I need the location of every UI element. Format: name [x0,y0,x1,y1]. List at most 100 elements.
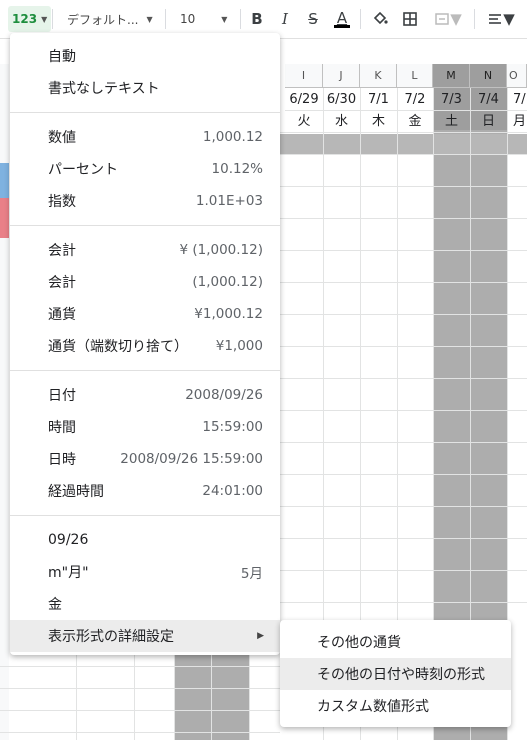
grid-line [280,570,527,571]
menu-item-plain-text[interactable]: 書式なしテキスト [10,72,280,104]
toolbar-divider [474,9,475,29]
menu-item-example: (1,000.12) [192,274,263,290]
menu-item-label: 指数 [48,194,76,210]
italic-button[interactable]: I [274,8,296,30]
align-left-icon [489,14,502,24]
column-header-o[interactable]: O [507,64,527,88]
submenu-item-custom-number[interactable]: カスタム数値形式 [280,690,511,722]
menu-item-label: 経過時間 [48,484,104,500]
weekday-cell[interactable]: 木 [360,108,397,130]
column-letter: J [339,69,343,82]
menu-item-custom-weekday[interactable]: 金 [10,588,280,620]
column-header-j[interactable]: J [323,64,360,88]
menu-item-more-formats[interactable]: 表示形式の詳細設定 ▶ [10,620,280,652]
column-letter: O [509,69,518,82]
submenu-item-more-currencies[interactable]: その他の通貨 [280,626,511,658]
submenu-item-more-date-time[interactable]: その他の日付や時刻の形式 [280,658,511,690]
grid-line [280,314,527,315]
column-header-l[interactable]: L [397,64,433,88]
grid-line [280,346,527,347]
borders-icon [403,12,417,26]
menu-divider [10,112,280,113]
grid-line [174,648,175,740]
toolbar-divider [52,9,53,29]
borders-button[interactable] [399,8,421,30]
grid-line [280,410,527,411]
font-size-value: 10 [180,12,196,26]
chevron-down-icon: ▼ [450,10,462,28]
merge-cells-button[interactable]: ▼ [429,8,467,30]
menu-item-label: 書式なしテキスト [48,81,160,97]
grid-line [280,132,527,133]
menu-item-time[interactable]: 時間 15:59:00 [10,411,280,443]
chevron-down-icon: ▼ [503,10,515,28]
menu-item-custom-month[interactable]: m"月" 5月 [10,556,280,588]
menu-item-example: ¥1,000.12 [194,306,263,322]
weekday-cell[interactable]: 金 [397,108,433,130]
menu-item-example: 24:01:00 [202,483,263,499]
menu-item-example: 10.12% [211,161,263,177]
menu-divider [10,225,280,226]
submenu-item-label: その他の通貨 [317,635,401,651]
menu-item-label: 通貨（端数切り捨て） [48,339,188,355]
font-family-value: デフォルト... [67,12,139,27]
grid-line [280,538,527,539]
menu-item-accounting[interactable]: 会計 (1,000.12) [10,266,280,298]
weekday-cell[interactable]: 月 [507,108,527,130]
menu-item-label: 時間 [48,420,76,436]
column-letter: L [411,69,418,82]
menu-item-datetime[interactable]: 日時 2008/09/26 15:59:00 [10,443,280,475]
grid-line [285,110,527,111]
menu-item-example: 1.01E+03 [195,193,263,209]
format-button-label: 123 [12,12,38,26]
menu-item-custom-date-mmdd[interactable]: 09/26 [10,524,280,556]
grid-line [280,186,527,187]
menu-item-duration[interactable]: 経過時間 24:01:00 [10,475,280,507]
menu-item-accounting-yen[interactable]: 会計 ¥ (1,000.12) [10,234,280,266]
bold-button[interactable]: B [246,8,268,30]
menu-item-currency-rounded[interactable]: 通貨（端数切り捨て） ¥1,000 [10,330,280,362]
horizontal-align-button[interactable]: ▼ [483,8,519,30]
weekday-cell[interactable]: 土 [433,108,470,130]
weekday-cell[interactable]: 火 [285,108,323,130]
weekday-cell[interactable]: 日 [470,108,507,130]
menu-item-automatic[interactable]: 自動 [10,40,280,72]
menu-item-currency[interactable]: 通貨 ¥1,000.12 [10,298,280,330]
grid-line [134,648,135,740]
menu-item-example: 1,000.12 [202,129,263,145]
weekday-cell[interactable]: 水 [323,108,360,130]
format-number-button[interactable]: 123 ▼ [8,6,52,32]
grid-line [211,648,212,740]
text-color-button[interactable]: A [331,8,353,30]
menu-item-example: ¥ (1,000.12) [179,242,263,258]
column-header-i[interactable]: I [285,64,323,88]
more-formats-submenu: その他の通貨 その他の日付や時刻の形式 カスタム数値形式 [280,620,511,727]
font-size-select[interactable]: 10 ▼ [180,6,232,32]
fill-color-button[interactable] [369,8,391,30]
menu-item-example: ¥1,000 [215,338,263,354]
grid-line [280,602,527,603]
toolbar-divider [360,9,361,29]
grid-line [249,648,250,740]
menu-item-label: 日時 [48,452,76,468]
column-letter: K [374,69,382,82]
menu-item-percent[interactable]: パーセント 10.12% [10,153,280,185]
column-header-m[interactable]: M [433,64,470,88]
menu-item-date[interactable]: 日付 2008/09/26 [10,379,280,411]
grid-line [280,474,527,475]
column-letter: M [446,69,456,82]
menu-item-example: 15:59:00 [202,419,263,435]
menu-item-scientific[interactable]: 指数 1.01E+03 [10,185,280,217]
grid-line [280,250,527,251]
menu-item-example: 2008/09/26 15:59:00 [120,451,263,467]
column-header-k[interactable]: K [360,64,397,88]
grid-line [0,710,280,711]
toolbar-divider [165,9,166,29]
column-header-n[interactable]: N [470,64,507,88]
menu-item-label: 通貨 [48,307,76,323]
text-color-swatch [334,24,350,28]
strikethrough-button[interactable]: S [302,8,324,30]
menu-item-number[interactable]: 数値 1,000.12 [10,121,280,153]
font-family-select[interactable]: デフォルト... ▼ [67,6,155,32]
chevron-down-icon: ▼ [41,14,48,24]
